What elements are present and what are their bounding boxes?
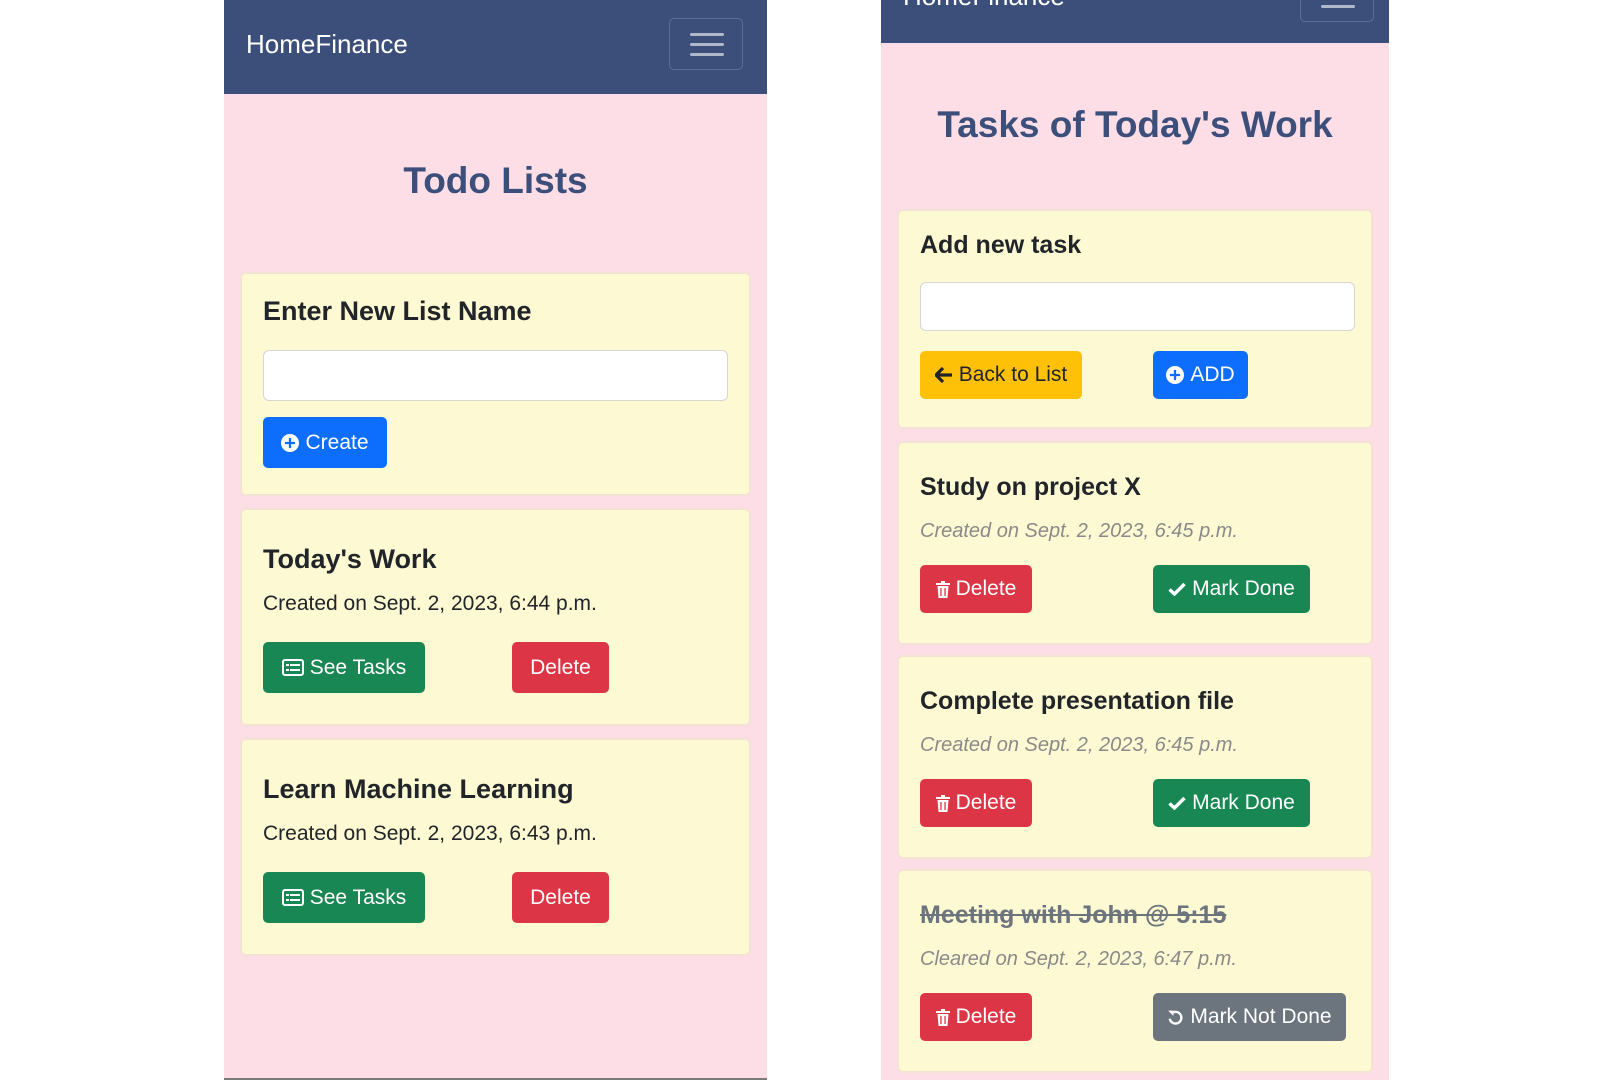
plus-circle-icon	[1166, 366, 1185, 384]
mark-done-button[interactable]: Mark Done	[1153, 779, 1310, 827]
new-list-card: Enter New List Name Create	[240, 272, 751, 496]
task-timestamp: Cleared on Sept. 2, 2023, 6:47 p.m.	[920, 948, 1237, 970]
mark-done-button[interactable]: Mark Done	[1153, 565, 1310, 613]
mark-not-done-label: Mark Not Done	[1190, 1005, 1332, 1028]
mark-done-label: Mark Done	[1192, 791, 1295, 814]
delete-label: Delete	[530, 885, 591, 909]
see-tasks-button[interactable]: See Tasks	[263, 872, 425, 923]
trash-icon	[935, 580, 950, 598]
check-icon	[1168, 796, 1186, 810]
back-to-list-button[interactable]: Back to List	[920, 351, 1082, 399]
see-tasks-label: See Tasks	[309, 655, 407, 679]
delete-label: Delete	[955, 1005, 1017, 1028]
add-task-button[interactable]: ADD	[1153, 351, 1248, 399]
navbar-toggle-button[interactable]	[1300, 0, 1374, 22]
task-timestamp: Created on Sept. 2, 2023, 6:45 p.m.	[920, 520, 1238, 542]
navbar-brand[interactable]: HomeFinance	[246, 29, 408, 60]
list-name: Today's Work	[263, 544, 437, 574]
delete-label: Delete	[530, 655, 591, 679]
page-title: Tasks of Today's Work	[937, 104, 1333, 145]
list-name: Learn Machine Learning	[263, 774, 574, 804]
navbar: HomeFinance	[224, 0, 767, 94]
list-name-input[interactable]	[263, 350, 728, 401]
add-task-heading: Add new task	[920, 231, 1082, 259]
task-name: Study on project X	[920, 473, 1141, 501]
delete-task-button[interactable]: Delete	[920, 779, 1032, 827]
navbar-brand[interactable]: HomeFinance	[903, 0, 1065, 12]
tasks-screen: HomeFinance Tasks of Today's Work Add ne…	[881, 0, 1389, 1080]
delete-list-button[interactable]: Delete	[512, 642, 609, 693]
page-title: Todo Lists	[403, 160, 588, 201]
task-name: Complete presentation file	[920, 687, 1234, 715]
task-name: Meeting with John @ 5:15	[920, 901, 1227, 929]
task-timestamp: Created on Sept. 2, 2023, 6:45 p.m.	[920, 734, 1238, 756]
screenshot-stage: HomeFinance Todo Lists Enter New List Na…	[0, 0, 1621, 1080]
add-task-card: Add new task Back to List ADD	[897, 209, 1373, 429]
mark-not-done-button[interactable]: Mark Not Done	[1153, 993, 1346, 1041]
delete-list-button[interactable]: Delete	[512, 872, 609, 923]
list-icon	[281, 889, 304, 906]
see-tasks-label: See Tasks	[309, 885, 407, 909]
list-created-date: Created on Sept. 2, 2023, 6:44 p.m.	[263, 592, 597, 615]
arrow-left-icon	[934, 367, 953, 383]
list-created-date: Created on Sept. 2, 2023, 6:43 p.m.	[263, 822, 597, 845]
create-button[interactable]: Create	[263, 417, 387, 468]
task-card: Meeting with John @ 5:15 Cleared on Sept…	[897, 869, 1373, 1073]
trash-icon	[935, 794, 950, 812]
list-card: Today's Work Created on Sept. 2, 2023, 6…	[240, 508, 751, 726]
mark-done-label: Mark Done	[1192, 577, 1295, 600]
delete-label: Delete	[955, 577, 1017, 600]
plus-circle-icon	[281, 433, 300, 452]
see-tasks-button[interactable]: See Tasks	[263, 642, 425, 693]
add-label: ADD	[1190, 363, 1235, 386]
undo-icon	[1167, 1009, 1184, 1026]
delete-task-button[interactable]: Delete	[920, 565, 1032, 613]
task-name-input[interactable]	[920, 282, 1355, 331]
delete-label: Delete	[955, 791, 1017, 814]
trash-icon	[935, 1008, 950, 1026]
check-icon	[1168, 582, 1186, 596]
delete-task-button[interactable]: Delete	[920, 993, 1032, 1041]
task-card: Complete presentation file Created on Se…	[897, 655, 1373, 859]
task-card: Study on project X Created on Sept. 2, 2…	[897, 441, 1373, 645]
list-icon	[281, 659, 304, 676]
list-card: Learn Machine Learning Created on Sept. …	[240, 738, 751, 956]
navbar-toggle-button[interactable]	[669, 18, 743, 70]
new-list-heading: Enter New List Name	[263, 296, 532, 326]
create-label: Create	[305, 430, 369, 454]
navbar: HomeFinance	[881, 0, 1389, 43]
back-to-list-label: Back to List	[958, 363, 1068, 386]
todo-lists-screen: HomeFinance Todo Lists Enter New List Na…	[224, 0, 767, 1080]
